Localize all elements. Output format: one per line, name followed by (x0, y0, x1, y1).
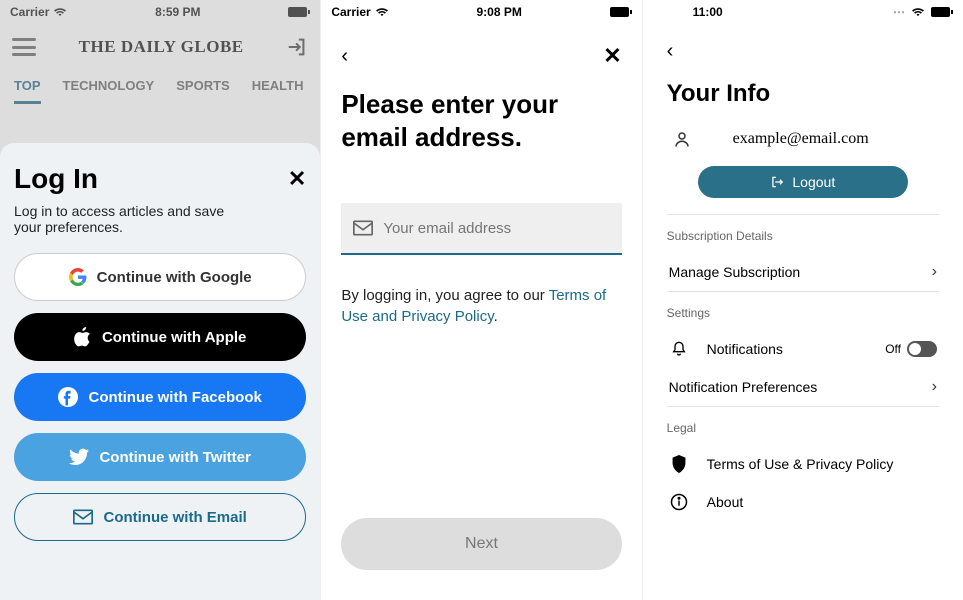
facebook-icon (58, 387, 78, 407)
button-label: Continue with Facebook (88, 389, 261, 406)
email-field[interactable] (341, 203, 621, 255)
close-icon[interactable]: ✕ (288, 166, 306, 192)
status-bar: 11:00 ⋯ (643, 0, 963, 24)
chevron-right-icon: › (932, 378, 937, 396)
continue-apple-button[interactable]: Continue with Apple (14, 313, 306, 361)
row-label: Terms of Use & Privacy Policy (707, 456, 894, 472)
button-label: Continue with Twitter (99, 449, 250, 466)
sheet-title: Log In (14, 163, 98, 195)
divider (667, 214, 939, 215)
apple-icon (74, 327, 92, 347)
close-icon[interactable]: ✕ (603, 43, 621, 69)
terms-row[interactable]: Terms of Use & Privacy Policy (667, 445, 939, 483)
about-row[interactable]: About (667, 483, 939, 521)
notifications-row: Notifications Off (667, 330, 939, 368)
bell-icon (669, 340, 689, 358)
divider (667, 406, 939, 407)
wifi-icon (911, 7, 925, 17)
row-label: About (707, 494, 744, 510)
section-settings: Settings (667, 306, 939, 320)
shield-icon (669, 455, 689, 473)
continue-email-button[interactable]: Continue with Email (14, 493, 306, 541)
clock: 9:08 PM (476, 5, 521, 19)
section-subscription: Subscription Details (667, 229, 939, 243)
user-email: example@email.com (733, 130, 869, 148)
divider (667, 291, 939, 292)
back-icon[interactable]: ‹ (667, 40, 674, 63)
logout-icon (770, 175, 784, 189)
screen-login-sheet: Carrier 8:59 PM THE DAILY GLOBE TOP TECH… (0, 0, 321, 600)
twitter-icon (69, 448, 89, 466)
notifications-toggle[interactable] (907, 341, 937, 357)
button-label: Continue with Email (103, 509, 246, 526)
google-icon (69, 268, 87, 286)
wifi-icon (375, 7, 389, 17)
login-sheet: Log In ✕ Log in to access articles and s… (0, 143, 320, 600)
row-label: Notification Preferences (669, 379, 818, 395)
chevron-right-icon: › (932, 263, 937, 281)
email-input[interactable] (383, 220, 609, 237)
row-label: Notifications (707, 341, 783, 357)
next-button[interactable]: Next (341, 518, 621, 570)
back-icon[interactable]: ‹ (341, 45, 348, 68)
continue-facebook-button[interactable]: Continue with Facebook (14, 373, 306, 421)
sheet-description: Log in to access articles and save your … (14, 203, 244, 235)
email-icon (73, 509, 93, 525)
battery-icon (931, 7, 953, 17)
notification-preferences-row[interactable]: Notification Preferences › (667, 368, 939, 406)
continue-twitter-button[interactable]: Continue with Twitter (14, 433, 306, 481)
clock: 11:00 (693, 5, 723, 19)
continue-google-button[interactable]: Continue with Google (14, 253, 306, 301)
manage-subscription-row[interactable]: Manage Subscription › (667, 253, 939, 291)
button-label: Continue with Apple (102, 329, 246, 346)
email-icon (353, 220, 373, 236)
section-legal: Legal (667, 421, 939, 435)
person-icon (673, 130, 693, 148)
logout-button[interactable]: Logout (698, 166, 908, 198)
info-icon (669, 493, 689, 511)
button-label: Continue with Google (97, 269, 252, 286)
status-bar: Carrier 9:08 PM (321, 0, 641, 24)
legal-text: By logging in, you agree to our Terms of… (341, 285, 621, 327)
legal-prefix: By logging in, you agree to our (341, 287, 548, 304)
battery-icon (610, 7, 632, 17)
user-email-row: example@email.com (667, 122, 939, 156)
button-label: Logout (792, 174, 835, 190)
page-title: Your Info (667, 80, 939, 108)
screen-your-info: 11:00 ⋯ ‹ Your Info example@email.com Lo… (643, 0, 963, 600)
toggle-state: Off (885, 342, 901, 356)
page-title: Please enter your email address. (341, 88, 621, 153)
row-label: Manage Subscription (669, 264, 801, 280)
carrier-label: Carrier (331, 5, 370, 19)
screen-email-entry: Carrier 9:08 PM ‹ ✕ Please enter your em… (321, 0, 642, 600)
signal-icon: ⋯ (893, 5, 905, 19)
